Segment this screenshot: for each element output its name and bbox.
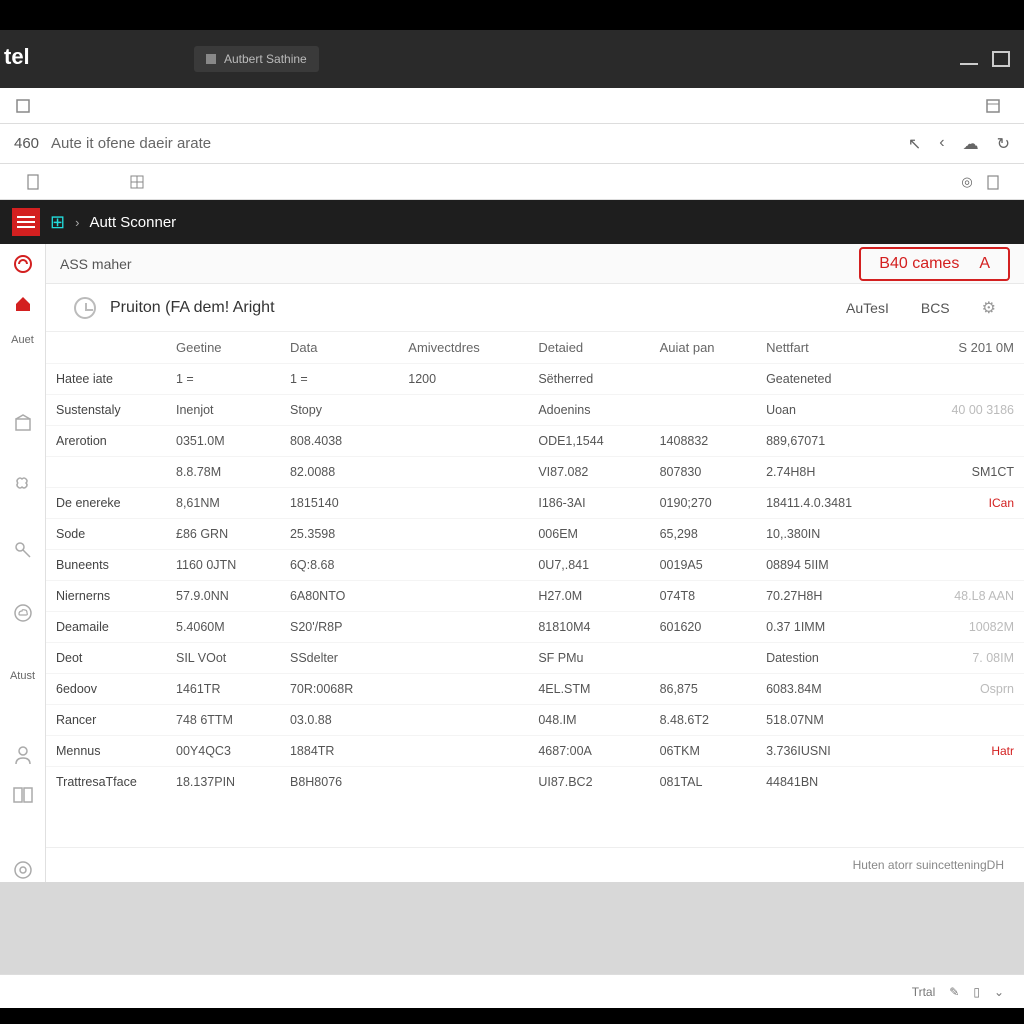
app-header: ⊞ › Autt Sconner	[0, 200, 1024, 244]
status-bar: Trtal ✎ ▯ ⌄	[0, 974, 1024, 1008]
tool-back-icon[interactable]: ‹	[939, 134, 944, 154]
panel-header: Pruiton (FA dem! Aright AuTesI BCS ⚙	[46, 284, 1024, 332]
badge-text: B40 cames	[879, 255, 959, 273]
rail-label-1: Auet	[11, 334, 34, 346]
browser-tab[interactable]: Autbert Sathine	[194, 46, 319, 72]
table-row[interactable]: Rancer748 6TTM03.0.88048.IM8.48.6T2518.0…	[46, 705, 1024, 736]
col-geetine[interactable]: Geetine	[166, 332, 280, 364]
tool-search-icon[interactable]: ↖	[908, 134, 921, 154]
rail-label-2: Atust	[10, 670, 35, 682]
table-row[interactable]: Deamaile5.4060MS20'/R8P81810M46016200.37…	[46, 612, 1024, 643]
table-row[interactable]: 8.8.78M82.0088VI87.0828078302.74H8HSM1CT	[46, 457, 1024, 488]
chevron-right-icon: ›	[75, 215, 79, 230]
titlebar: tel Autbert Sathine	[0, 30, 1024, 88]
status-edit-icon[interactable]: ✎	[949, 985, 959, 999]
grid-icon[interactable]	[128, 175, 146, 189]
minimize-button[interactable]	[960, 61, 978, 65]
table-row[interactable]: Sode£86 GRN25.3598006EM65,29810,.380IN	[46, 519, 1024, 550]
table-row[interactable]: TrattresaTface18.137PINB8H8076UI87.BC208…	[46, 767, 1024, 798]
table-row[interactable]: Mennus00Y4QC31884TR4687:00A06TKM3.736IUS…	[46, 736, 1024, 767]
tab-icon	[206, 54, 216, 64]
clipboard-icon[interactable]	[984, 175, 1002, 189]
target-icon[interactable]: ◎	[958, 175, 976, 189]
tool-cloud-icon[interactable]: ☁	[963, 134, 979, 154]
col-data[interactable]: Data	[280, 332, 398, 364]
table-row[interactable]: Arerotion0351.0M808.4038ODE1,15441408832…	[46, 426, 1024, 457]
nav-brain-icon[interactable]	[10, 474, 36, 498]
nav-package-icon[interactable]	[10, 411, 36, 435]
status-label: Trtal	[912, 985, 936, 999]
page-number: 460	[14, 135, 39, 152]
table-row[interactable]: DeotSIL VOotSSdelterSF PMuDatestion7. 08…	[46, 643, 1024, 674]
maximize-button[interactable]	[992, 51, 1010, 67]
col-nettfart[interactable]: Nettfart	[756, 332, 907, 364]
scanner-icon: ⊞	[50, 212, 65, 233]
table-row[interactable]: De enereke8,61NM1815140I186-3AI0190;2701…	[46, 488, 1024, 519]
page-icon[interactable]	[24, 175, 42, 189]
nav-book-icon[interactable]	[10, 783, 36, 807]
address-bar: 460 Aute it ofene daeir arate ↖ ‹ ☁ ↻	[0, 124, 1024, 164]
col-meta-badge: S 201 0M	[907, 332, 1024, 364]
tab-bcs[interactable]: BCS	[921, 300, 950, 316]
toolbar-ribbon	[0, 88, 1024, 124]
sub-header: ASS maher B40 cames A	[46, 244, 1024, 284]
table-row[interactable]: Buneents1160 0JTN6Q:8.680U7,.8410019A508…	[46, 550, 1024, 581]
data-table: Geetine Data Amivectdres Detaied Auiat p…	[46, 332, 1024, 797]
bottom-gap	[0, 882, 1024, 974]
nav-cloud-icon[interactable]	[10, 601, 36, 625]
tab-autesi[interactable]: AuTesI	[846, 300, 889, 316]
menu-button[interactable]	[12, 208, 40, 236]
table-meta-row: Sustenstaly Inenjot Stopy Adoenins Uoan …	[46, 395, 1024, 426]
nav-settings-icon[interactable]	[10, 858, 36, 882]
nav-key-icon[interactable]	[10, 538, 36, 562]
col-amiv[interactable]: Amivectdres	[398, 332, 528, 364]
clock-icon	[74, 297, 96, 319]
footer-note: Huten atorr suincetteningDH	[46, 847, 1024, 882]
app-title: Autt Sconner	[89, 214, 176, 231]
tab-label: Autbert Sathine	[224, 52, 307, 66]
brand-logo: tel	[4, 44, 30, 70]
status-chevron-down-icon[interactable]: ⌄	[994, 985, 1004, 999]
gear-icon[interactable]: ⚙	[982, 298, 996, 318]
nav-user-icon[interactable]	[10, 743, 36, 767]
file-icon[interactable]	[14, 99, 32, 113]
layout-icon[interactable]	[984, 99, 1002, 113]
status-badge[interactable]: B40 cames A	[859, 247, 1010, 281]
col-auiat[interactable]: Auiat pan	[650, 332, 756, 364]
table-row[interactable]: Niernerns57.9.0NN6A80NTOH27.0M074T870.27…	[46, 581, 1024, 612]
tool-refresh-icon[interactable]: ↻	[997, 134, 1010, 154]
nav-home-icon[interactable]	[10, 292, 36, 316]
main-panel: ASS maher B40 cames A Pruiton (FA dem! A…	[46, 244, 1024, 882]
table-row[interactable]: 6edoov1461TR70R:0068R4EL.STM86,8756083.8…	[46, 674, 1024, 705]
panel-title: Pruiton (FA dem! Aright	[110, 299, 275, 317]
sub-title: ASS maher	[60, 256, 132, 272]
col-detailed[interactable]: Detaied	[528, 332, 649, 364]
nav-overview-icon[interactable]	[10, 252, 36, 276]
table-header-row: Geetine Data Amivectdres Detaied Auiat p…	[46, 332, 1024, 364]
col-name[interactable]	[46, 332, 166, 364]
table-meta-row: Hatee iate 1 = 1 = 1200 Sëtherred Geaten…	[46, 364, 1024, 395]
badge-suffix: A	[979, 255, 990, 273]
status-column-icon[interactable]: ▯	[973, 985, 980, 999]
left-nav-rail: Auet Atust	[0, 244, 46, 882]
secondary-toolbar: ◎	[0, 164, 1024, 200]
breadcrumb-path: Aute it ofene daeir arate	[51, 135, 211, 152]
